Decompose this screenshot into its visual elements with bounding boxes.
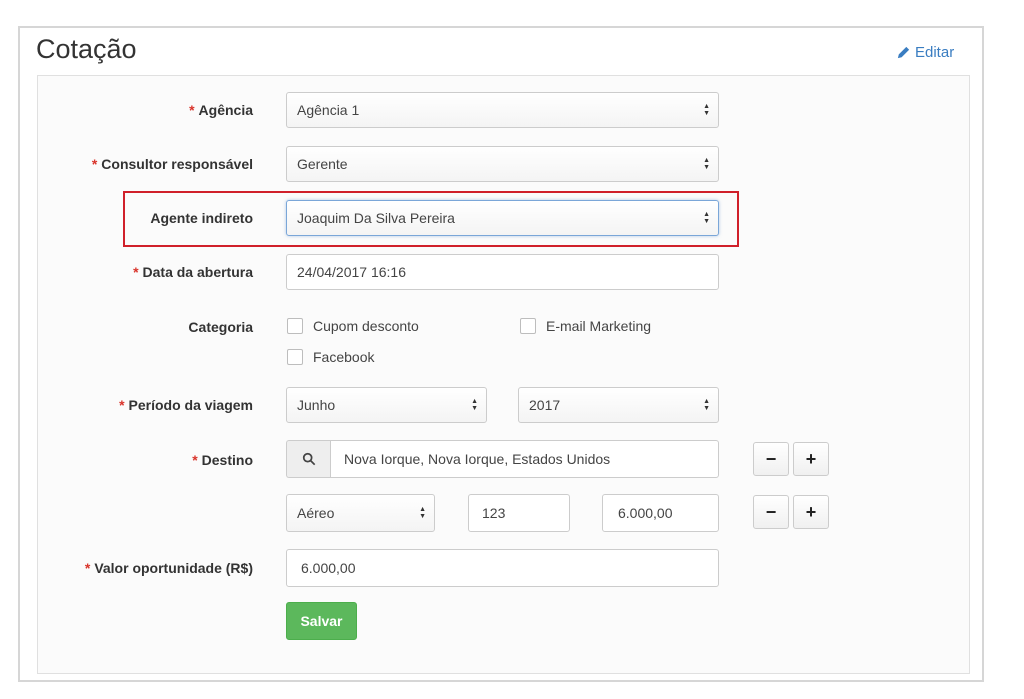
valor-label: * Valor oportunidade (R$) <box>84 560 253 576</box>
destino-label: * Destino <box>192 452 253 468</box>
select-arrows-icon: ▲ ▼ <box>419 506 426 520</box>
select-arrows-icon: ▲ ▼ <box>471 398 478 412</box>
select-arrows-icon: ▲ ▼ <box>703 398 710 412</box>
edit-label: Editar <box>915 44 955 61</box>
required-mark: * <box>84 560 91 576</box>
checkbox-facebook[interactable]: Facebook <box>287 349 374 365</box>
select-arrows-icon: ▲ ▼ <box>703 157 710 171</box>
periodo-year-select[interactable]: 2017 ▲ ▼ <box>518 387 719 423</box>
checkbox-box[interactable] <box>520 318 536 334</box>
checkbox-email-marketing[interactable]: E-mail Marketing <box>520 318 651 334</box>
destino-remove-button[interactable]: − <box>753 442 789 476</box>
valor-input[interactable]: 6.000,00 <box>286 549 719 587</box>
quantity-input[interactable]: 123 <box>468 494 570 532</box>
transport-add-button[interactable]: + <box>793 495 829 529</box>
consultor-select[interactable]: Gerente ▲ ▼ <box>286 146 719 182</box>
periodo-label: * Período da viagem <box>119 397 253 413</box>
required-mark: * <box>189 102 195 118</box>
consultor-label: * Consultor responsável <box>91 156 253 172</box>
required-mark: * <box>133 264 139 280</box>
search-addon <box>286 440 330 478</box>
edit-link[interactable]: Editar <box>896 44 954 61</box>
transport-select[interactable]: Aéreo ▲ ▼ <box>286 494 435 532</box>
checkbox-cupom[interactable]: Cupom desconto <box>287 318 419 334</box>
data-abertura-label: * Data da abertura <box>133 264 253 280</box>
select-arrows-icon: ▲ ▼ <box>703 103 710 117</box>
checkbox-box[interactable] <box>287 318 303 334</box>
pencil-icon <box>897 46 910 59</box>
checkbox-box[interactable] <box>287 349 303 365</box>
data-abertura-input[interactable]: 24/04/2017 16:16 <box>286 254 719 290</box>
agencia-select[interactable]: Agência 1 ▲ ▼ <box>286 92 719 128</box>
categoria-label: Categoria <box>188 319 253 335</box>
search-icon <box>302 452 315 466</box>
required-mark: * <box>91 156 98 172</box>
periodo-month-select[interactable]: Junho ▲ ▼ <box>286 387 487 423</box>
transport-remove-button[interactable]: − <box>753 495 789 529</box>
agente-select[interactable]: Joaquim Da Silva Pereira ▲ ▼ <box>286 200 719 236</box>
required-mark: * <box>192 452 198 468</box>
amount-input[interactable]: 6.000,00 <box>602 494 719 532</box>
destino-search-input[interactable]: Nova Iorque, Nova Iorque, Estados Unidos <box>330 440 719 478</box>
destino-add-button[interactable]: + <box>793 442 829 476</box>
required-mark: * <box>119 397 125 413</box>
agente-label: Agente indireto <box>150 210 253 226</box>
select-arrows-icon: ▲ ▼ <box>703 211 710 225</box>
save-button[interactable]: Salvar <box>286 602 357 640</box>
page-title: Cotação <box>36 34 137 64</box>
agencia-label: * Agência <box>189 102 253 118</box>
